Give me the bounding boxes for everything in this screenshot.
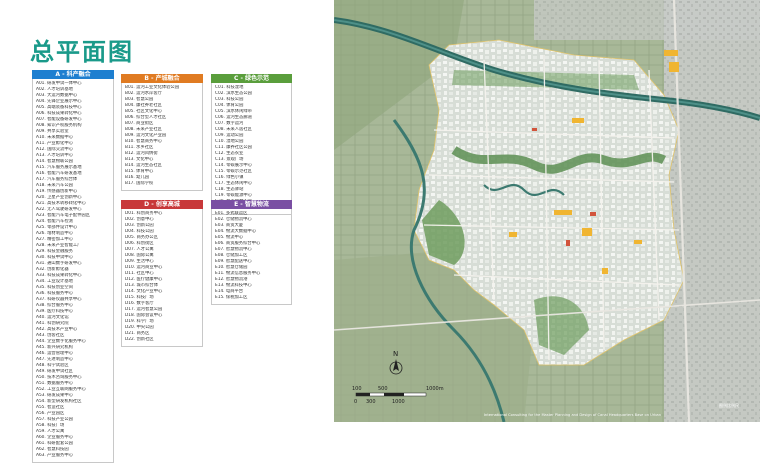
urban-area-north <box>534 0 760 40</box>
legend-item: B17. 国际学校 <box>125 181 154 186</box>
legend-header-d: D - 创享高城 <box>121 200 203 209</box>
scale-label-6: 1000 <box>392 399 405 405</box>
legend-header-e: E - 智慧物流 <box>211 200 292 209</box>
legend-header-b: B - 产城融合 <box>121 74 203 83</box>
legend-header-a: A - 科产融合 <box>32 70 114 79</box>
north-label: N <box>393 350 398 358</box>
legend-item: A63. 产业服务中心 <box>36 453 73 458</box>
legend-list-e: E01. 多式联运区 E02. 仓储物流中心 E03. 商贸大厦 E04. 物流大数据… <box>211 209 292 305</box>
scale-label-4: 0 <box>354 399 357 405</box>
legend-column-d: D - 创享高城 D01. 科创商务中心 D02. 创意中心 D03. 创新公园 D0… <box>121 200 203 347</box>
legend-item: D22. 创新社区 <box>125 337 154 342</box>
scale-label-3: 1000m <box>426 386 444 392</box>
master-plan-map: N 100 500 1000m 0 300 1000 International… <box>334 0 760 422</box>
legend-header-c: C - 绿色示范 <box>211 74 292 83</box>
legend-item: E15. 保税加工区 <box>215 295 248 300</box>
legend-column-b: B - 产城融合 B01. 运河工业文化体验公园 B02. 运河水岸客厅 B03. … <box>121 74 203 191</box>
scale-label-5: 300 <box>366 399 376 405</box>
legend-list-d: D01. 科创商务中心 D02. 创意中心 D03. 创新公园 D04. 科技公园 D0… <box>121 209 203 347</box>
legend-column-a: A - 科产融合 A01. 研发中试一体中心 A02. 人才培训基地 A03. 大运… <box>32 70 114 463</box>
scale-label-2: 500 <box>378 386 388 392</box>
legend-list-b: B01. 运河工业文化体验公园 B02. 运河水岸客厅 B03. 智慧公园 B04. … <box>121 83 203 191</box>
legend-column-c: C - 绿色示范 C01. 科技湿地 C02. 滨水生态公园 C03. 科技公园 C0… <box>211 74 292 215</box>
legend-list-a: A01. 研发中试一体中心 A02. 人才培训基地 A03. 大运河数据中心 A04.… <box>32 79 114 463</box>
scale-label-1: 100 <box>352 386 362 392</box>
legend-list-c: C01. 科技湿地 C02. 滨水生态公园 C03. 科技公园 C04. 体育公园 C0… <box>211 83 292 215</box>
legend-column-e: E - 智慧物流 E01. 多式联运区 E02. 仓储物流中心 E03. 商贸大厦 E… <box>211 200 292 305</box>
page-title: 总平面图 <box>30 38 134 66</box>
map-caption: International Consulting for the Master … <box>484 413 661 417</box>
map-corner-note: 图例比例尺 <box>719 402 739 408</box>
